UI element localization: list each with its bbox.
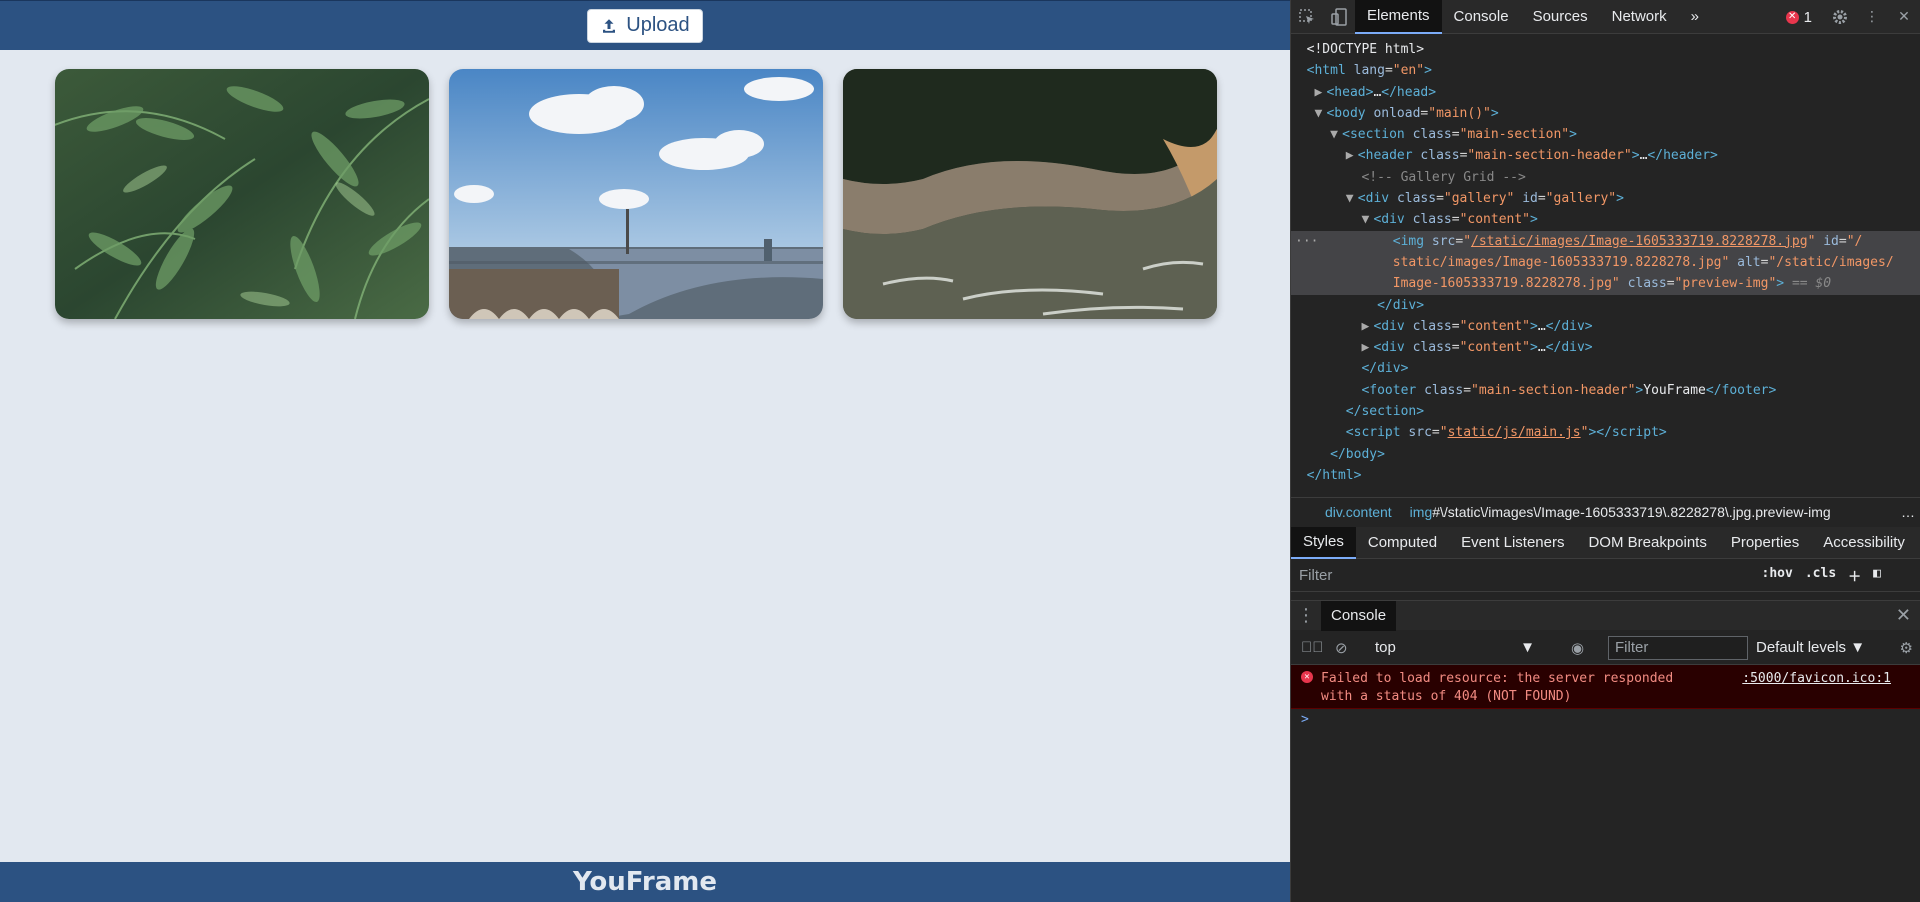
console-drawer-header: ⋮ Console ✕ [1291, 600, 1920, 631]
preview-img[interactable] [843, 69, 1217, 319]
breadcrumb-item[interactable]: div.content [1325, 504, 1392, 520]
gallery [55, 69, 1217, 319]
dom-node[interactable]: ▶ <div class="content">…</div> [1291, 337, 1920, 358]
dom-node[interactable]: <footer class="main-section-header">YouF… [1291, 380, 1920, 401]
dom-node[interactable]: ▼ <div class="content"> [1291, 209, 1920, 230]
device-toolbar-icon[interactable] [1323, 0, 1355, 34]
tab-console[interactable]: Console [1442, 0, 1521, 34]
error-count-badge[interactable]: ✕ 1 [1774, 9, 1824, 26]
main-section-footer: YouFrame [0, 862, 1290, 902]
dom-tree: <!DOCTYPE html> <html lang="en"> ▶ <head>… [1291, 35, 1920, 490]
dom-node[interactable]: <!-- Gallery Grid --> [1291, 167, 1920, 188]
tab-network[interactable]: Network [1600, 0, 1679, 34]
console-error-message: ✕ Failed to load resource: the server re… [1291, 665, 1920, 709]
dom-node[interactable]: <script src="static/js/main.js"></script… [1291, 422, 1920, 443]
hov-toggle[interactable]: :hov [1762, 566, 1793, 585]
tab-dom-breakpoints[interactable]: DOM Breakpoints [1576, 527, 1718, 559]
dom-node-selected[interactable]: static/images/Image-1605333719.8228278.j… [1291, 251, 1920, 274]
gallery-card[interactable] [449, 69, 823, 319]
upload-button[interactable]: Upload [587, 8, 703, 43]
tab-accessibility[interactable]: Accessibility [1811, 527, 1917, 559]
dom-node-selected[interactable]: Image-1605333719.8228278.jpg" class="pre… [1291, 273, 1920, 295]
close-drawer-icon[interactable]: ✕ [1896, 605, 1911, 626]
console-toolbar: ▶⃞ ⊘ top ▼ ◉ Filter Default levels ▼ ⚙ [1291, 631, 1920, 665]
dom-node[interactable]: </div> [1291, 295, 1920, 316]
console-settings-icon[interactable]: ⚙ [1900, 639, 1913, 657]
breadcrumb-item[interactable]: img#\/static\/images\/Image-1605333719\.… [1410, 504, 1831, 520]
error-source-link[interactable]: :5000/favicon.ico:1 [1742, 671, 1891, 686]
dom-node[interactable]: ▼ <div class="gallery" id="gallery"> [1291, 188, 1920, 209]
log-levels-dropdown[interactable]: Default levels ▼ [1756, 639, 1865, 656]
dom-node[interactable]: </div> [1291, 358, 1920, 379]
context-selector[interactable]: top ▼ [1375, 639, 1535, 656]
dom-node[interactable]: <html lang="en"> [1291, 60, 1920, 81]
kebab-menu-icon[interactable]: ⋮ [1856, 0, 1888, 34]
error-icon: ✕ [1785, 10, 1799, 24]
close-icon[interactable]: ✕ [1888, 0, 1920, 34]
inspect-element-icon[interactable] [1291, 0, 1323, 34]
gallery-card[interactable] [55, 69, 429, 319]
eye-icon[interactable]: ◉ [1571, 639, 1584, 657]
tab-sources[interactable]: Sources [1521, 0, 1600, 34]
drawer-menu-icon[interactable]: ⋮ [1291, 605, 1321, 626]
gallery-card[interactable] [843, 69, 1217, 319]
error-icon: ✕ [1301, 671, 1313, 683]
upload-button-label: Upload [626, 14, 690, 36]
clear-console-icon[interactable]: ⊘ [1335, 639, 1348, 657]
dom-node[interactable]: </body> [1291, 444, 1920, 465]
sidebar-toggle-icon[interactable]: ▶⃞ [1301, 639, 1324, 656]
dom-node[interactable]: ▼ <section class="main-section"> [1291, 124, 1920, 145]
tab-styles[interactable]: Styles [1291, 526, 1356, 559]
dom-node[interactable]: <!DOCTYPE html> [1291, 39, 1920, 60]
dom-node[interactable]: ▼ <body onload="main()"> [1291, 103, 1920, 124]
main-section-header: Upload [0, 0, 1290, 50]
dom-node[interactable]: ▶ <head>…</head> [1291, 82, 1920, 103]
styles-filter-bar: Filter :hov .cls ＋ ◧ [1291, 560, 1920, 592]
styles-subtabs: Styles Computed Event Listeners DOM Brea… [1291, 526, 1920, 559]
tab-event-listeners[interactable]: Event Listeners [1449, 527, 1576, 559]
dom-node[interactable]: </section> [1291, 401, 1920, 422]
more-tabs-icon[interactable]: » [1679, 0, 1711, 34]
chevron-down-icon: ▼ [1520, 639, 1535, 656]
preview-img[interactable] [449, 69, 823, 319]
dom-node[interactable]: </html> [1291, 465, 1920, 486]
devtools-panel: Elements Console Sources Network » ✕ 1 ⋮… [1290, 0, 1920, 902]
preview-img[interactable] [55, 69, 429, 319]
footer-title: YouFrame [572, 867, 717, 897]
breadcrumb-more[interactable]: … [1901, 504, 1915, 520]
cls-toggle[interactable]: .cls [1805, 566, 1836, 585]
dom-node[interactable]: ▶ <div class="content">…</div> [1291, 316, 1920, 337]
devtools-tabbar: Elements Console Sources Network » ✕ 1 ⋮… [1291, 0, 1920, 34]
new-rule-icon[interactable]: ＋ [1848, 566, 1861, 585]
console-prompt[interactable]: > [1301, 712, 1309, 727]
tab-properties[interactable]: Properties [1719, 527, 1811, 559]
toggle-sidebar-icon[interactable]: ◧ [1873, 566, 1881, 585]
tab-elements[interactable]: Elements [1355, 0, 1442, 34]
gear-icon[interactable] [1824, 0, 1856, 34]
dom-node-selected[interactable]: ··· <img src="/static/images/Image-16053… [1291, 230, 1920, 252]
styles-filter-input[interactable]: Filter [1299, 567, 1332, 584]
upload-icon [603, 18, 616, 33]
tab-console-drawer[interactable]: Console [1321, 600, 1397, 631]
chevron-down-icon: ▼ [1850, 639, 1866, 656]
console-filter-input[interactable]: Filter [1608, 635, 1748, 660]
breadcrumb: div.content img#\/static\/images\/Image-… [1291, 497, 1920, 525]
tab-computed[interactable]: Computed [1356, 527, 1449, 559]
app-page: Upload YouFrame [0, 0, 1290, 902]
error-count: 1 [1803, 8, 1812, 26]
dom-node[interactable]: ▶ <header class="main-section-header">…</… [1291, 145, 1920, 166]
